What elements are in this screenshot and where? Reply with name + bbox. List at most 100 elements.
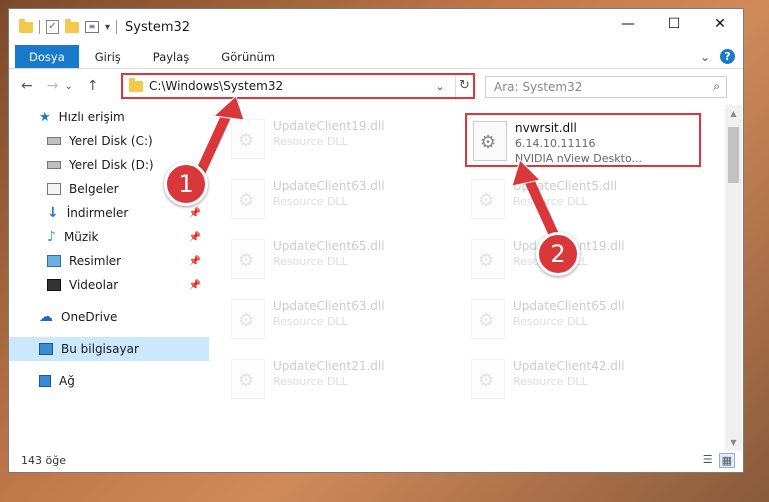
file-tile[interactable]: UpdateClient65.dll Resource DLL — [225, 233, 461, 287]
step-badge-1: 1 — [164, 162, 208, 206]
file-tile[interactable]: UpdateClient5.dll Resource DLL — [465, 173, 701, 227]
dll-file-icon — [473, 121, 507, 161]
file-tile[interactable]: UpdateClient63.dll Resource DLL — [225, 173, 461, 227]
file-tile[interactable]: UpdateClient19.dll Resource DLL — [225, 113, 461, 167]
pin-icon[interactable]: 📌 — [189, 256, 201, 267]
file-tile[interactable]: UpdateClient42.dll Resource DLL — [465, 353, 701, 407]
disk-icon — [47, 161, 61, 169]
sidebar-item-label: Bu bilgisayar — [61, 342, 139, 356]
address-bar[interactable]: C:\Windows\System32 ⌄ ↻ — [121, 73, 475, 99]
tab-share[interactable]: Paylaş — [137, 45, 206, 68]
dll-file-icon — [471, 239, 505, 279]
customize-toolbar-icon[interactable]: ≡ — [85, 21, 99, 33]
sidebar-item-label: Müzik — [63, 230, 99, 244]
pin-icon[interactable]: 📌 — [189, 208, 201, 219]
sidebar-item-label: Hızlı erişim — [58, 110, 125, 124]
properties-check-icon[interactable]: ✓ — [46, 20, 59, 34]
sidebar-item-local-disk-c[interactable]: Yerel Disk (C:) — [9, 129, 209, 153]
scroll-up-icon[interactable]: ▲ — [725, 109, 742, 118]
file-name: nvwrsit.dll — [515, 121, 577, 135]
file-tile[interactable]: UpdateClient21.dll Resource DLL — [225, 353, 461, 407]
up-button[interactable]: ↑ — [87, 78, 99, 94]
tab-file[interactable]: Dosya — [15, 45, 79, 68]
file-type: Resource DLL — [273, 255, 348, 268]
tiles-view-icon[interactable]: ▦ — [718, 453, 735, 468]
music-icon: ♪ — [47, 229, 56, 245]
file-name: UpdateClient19.dll — [273, 119, 385, 133]
dll-file-icon — [231, 119, 265, 159]
window-title: System32 — [125, 19, 191, 35]
expand-ribbon-icon[interactable]: ⌄ — [700, 50, 710, 64]
search-input[interactable]: Ara: System32 ⌕ — [485, 76, 727, 98]
file-list: UpdateClient19.dll Resource DLL nvwrsit.d… — [225, 105, 725, 445]
download-icon: ↓ — [47, 205, 59, 221]
toolbar-divider — [39, 20, 40, 34]
file-tile[interactable]: UpdateClient65.dll Resource DLL — [465, 293, 701, 347]
file-type: Resource DLL — [513, 315, 588, 328]
address-path[interactable]: C:\Windows\System32 — [149, 79, 425, 93]
file-type: Resource DLL — [273, 135, 348, 148]
vertical-scrollbar[interactable]: ▲ ▼ — [725, 105, 742, 451]
recent-locations-button[interactable]: ⌄ — [64, 81, 72, 92]
new-folder-icon[interactable] — [65, 18, 79, 33]
sidebar-item-music[interactable]: ♪ Müzik 📌 — [9, 225, 209, 249]
close-button[interactable]: ✕ — [697, 9, 743, 39]
toolbar-dropdown-icon[interactable]: ▾ — [105, 22, 110, 33]
sidebar-item-quick-access[interactable]: ★ Hızlı erişim — [9, 105, 209, 129]
navigation-pane: ★ Hızlı erişim Yerel Disk (C:) Yerel Dis… — [9, 105, 209, 435]
file-type: Resource DLL — [513, 195, 588, 208]
scroll-down-icon[interactable]: ▼ — [725, 438, 742, 447]
back-button[interactable]: ← — [21, 78, 33, 94]
sidebar-item-label: Belgeler — [69, 182, 119, 196]
pin-icon[interactable]: 📌 — [189, 232, 201, 243]
file-tile-nvwrsit[interactable]: nvwrsit.dll 6.14.10.11116 NVIDIA nView D… — [465, 113, 701, 167]
address-dropdown-icon[interactable]: ⌄ — [431, 80, 449, 93]
sidebar-item-label: Videolar — [69, 278, 119, 292]
scrollbar-thumb[interactable] — [728, 127, 739, 183]
sidebar-item-pictures[interactable]: Resimler 📌 — [9, 249, 209, 273]
video-icon — [47, 279, 61, 291]
tab-home[interactable]: Giriş — [79, 45, 137, 68]
details-view-icon[interactable]: ☰ — [703, 453, 713, 468]
disk-icon — [47, 137, 61, 145]
dll-file-icon — [231, 239, 265, 279]
dll-file-icon — [471, 179, 505, 219]
help-icon[interactable]: ? — [720, 49, 735, 64]
sidebar-item-onedrive[interactable]: ☁ OneDrive — [9, 305, 209, 329]
step-badge-2: 2 — [536, 232, 580, 276]
maximize-button[interactable]: ☐ — [651, 9, 697, 39]
file-name: UpdateClient65.dll — [273, 239, 385, 253]
sidebar-item-videos[interactable]: Videolar 📌 — [9, 273, 209, 297]
explorer-window: ✓ ≡ ▾ System32 — ☐ ✕ Dosya Giriş Paylaş … — [8, 8, 744, 473]
tab-view[interactable]: Görünüm — [205, 45, 291, 68]
sidebar-item-this-pc[interactable]: Bu bilgisayar — [9, 337, 209, 361]
file-type: Resource DLL — [273, 315, 348, 328]
pictures-icon — [47, 255, 61, 267]
search-placeholder: Ara: System32 — [494, 80, 583, 94]
file-type: Resource DLL — [273, 375, 348, 388]
dll-file-icon — [231, 359, 265, 399]
sidebar-item-label: Yerel Disk (C:) — [69, 134, 153, 148]
refresh-button[interactable]: ↻ — [455, 75, 473, 97]
forward-button[interactable]: → — [47, 78, 59, 94]
quick-access-toolbar: ✓ ≡ ▾ — [19, 18, 118, 34]
file-name: UpdateClient5.dll — [513, 179, 617, 193]
search-icon[interactable]: ⌕ — [713, 79, 720, 94]
file-tile[interactable]: UpdateClient63.dll Resource DLL — [225, 293, 461, 347]
sidebar-item-label: Yerel Disk (D:) — [69, 158, 154, 172]
status-bar: 143 öğe ☰ ▦ — [9, 448, 743, 472]
file-tile[interactable]: UpdateClient19.dllResource DLL — [465, 233, 701, 287]
sidebar-item-label: Ağ — [59, 374, 75, 388]
file-name: UpdateClient42.dll — [513, 359, 625, 373]
dll-file-icon — [231, 179, 265, 219]
minimize-button[interactable]: — — [605, 9, 651, 39]
file-description: NVIDIA nView Deskto... — [515, 152, 642, 165]
pin-icon[interactable]: 📌 — [189, 280, 201, 291]
window-controls: — ☐ ✕ — [605, 9, 743, 39]
sidebar-item-network[interactable]: Ağ — [9, 369, 209, 393]
star-icon: ★ — [39, 109, 51, 125]
file-name: UpdateClient63.dll — [273, 179, 385, 193]
